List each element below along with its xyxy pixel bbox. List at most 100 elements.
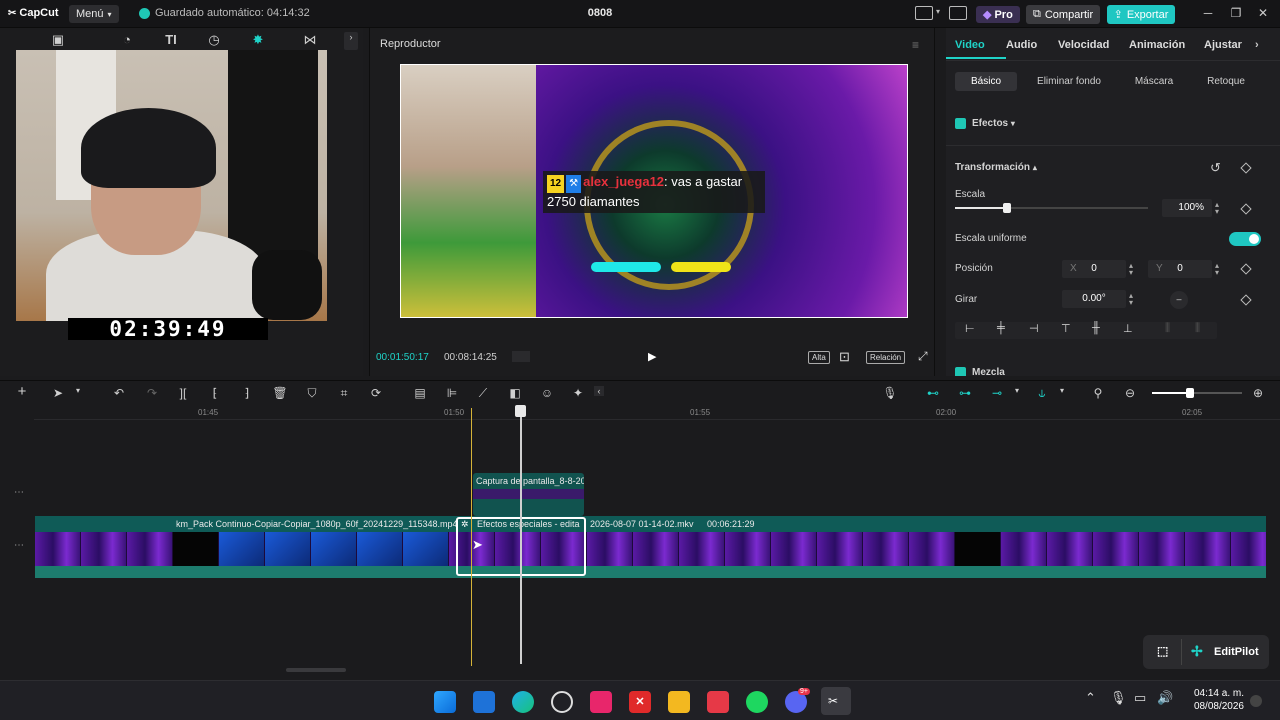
menu-button[interactable]: Menú ▾ (69, 5, 119, 23)
checkbox-icon[interactable] (955, 367, 966, 376)
track-menu-icon[interactable]: ⋯ (14, 540, 24, 551)
align-left-icon[interactable]: ⊢ (965, 322, 975, 335)
volume-icon[interactable]: 🔊 (1157, 690, 1173, 706)
align-center-h-icon[interactable]: ╪ (997, 322, 1005, 334)
tab-velocidad[interactable]: Velocidad (1058, 39, 1109, 51)
escala-uniforme-toggle[interactable] (1229, 232, 1261, 246)
link-icon[interactable]: ⊷ (925, 386, 941, 400)
pos-x-field[interactable]: X0 (1062, 260, 1126, 278)
tiktok-icon[interactable] (590, 691, 612, 713)
efectos-section[interactable]: Efectos ▾ (955, 118, 1015, 129)
tab-animacion[interactable]: Animación (1129, 39, 1185, 51)
preview-axis-icon[interactable]: ⫝ (1034, 386, 1050, 401)
preview-icon[interactable]: ⚲ (1090, 386, 1106, 400)
zoom-out-icon[interactable]: ⊖ (1122, 386, 1138, 400)
app-icon[interactable] (707, 691, 729, 713)
editpilot-button[interactable]: ⬚ ✢ EditPilot (1143, 635, 1269, 669)
export-button[interactable]: ⇪ Exportar (1107, 5, 1175, 24)
zoom-slider-handle[interactable] (1186, 388, 1194, 398)
align-bottom-icon[interactable]: ⊥ (1123, 322, 1133, 335)
text-icon[interactable]: TI (159, 32, 183, 50)
stepper-icon[interactable]: ▴ ▾ (1215, 262, 1219, 277)
girar-value[interactable]: 0.00° (1062, 290, 1126, 308)
fullscreen-icon[interactable]: ⤢ (918, 349, 928, 364)
microphone-icon[interactable]: 🎙 (882, 386, 898, 400)
x-app-icon[interactable]: ✕ (629, 691, 651, 713)
zoom-in-icon[interactable]: ⊕ (1250, 386, 1266, 400)
chevron-down-icon[interactable]: ▾ (1054, 386, 1070, 395)
playhead[interactable] (520, 408, 522, 664)
fit-icon[interactable]: ⊡ (839, 349, 850, 365)
main-clip[interactable]: km_Pack Continuo-Copiar-Copiar_1080p_60f… (35, 516, 1266, 578)
speed-icon[interactable]: ⟋ (475, 386, 491, 401)
sticker-icon[interactable]: ◷ (202, 32, 226, 50)
mic-tray-icon[interactable]: 🎙 (1110, 690, 1127, 706)
align-top-icon[interactable]: ⊤ (1061, 322, 1071, 335)
mezcla-section[interactable]: Mezcla (955, 367, 1005, 376)
distribute-v-icon[interactable]: ⫼ (1195, 322, 1200, 335)
split-icon[interactable]: ][ (175, 386, 191, 400)
split-right-icon[interactable]: ⁆ (239, 386, 255, 400)
keyboard-icon[interactable] (949, 6, 967, 20)
notification-icon[interactable] (1250, 695, 1262, 707)
checkbox-icon[interactable] (955, 118, 966, 129)
subtab-basico[interactable]: Básico (955, 72, 1017, 91)
spotify-icon[interactable] (746, 691, 768, 713)
chevron-right-icon[interactable]: › (344, 32, 358, 50)
pro-button[interactable]: ◆ Pro (976, 6, 1020, 23)
subtab-mascara[interactable]: Máscara (1125, 72, 1183, 91)
media-icon[interactable]: ▣ (46, 32, 70, 50)
restore-icon[interactable]: ❐ (1229, 6, 1243, 20)
folder-icon[interactable] (668, 691, 690, 713)
main-track-icon[interactable]: ⊸ (989, 386, 1005, 400)
audio-icon[interactable]: ◔ (115, 32, 139, 50)
chevron-down-icon[interactable]: ▾ (70, 386, 86, 395)
align-center-v-icon[interactable]: ╫ (1092, 322, 1100, 334)
tab-audio[interactable]: Audio (1006, 39, 1037, 51)
tab-ajustar[interactable]: Ajustar (1204, 39, 1242, 51)
split-left-icon[interactable]: ⁅ (207, 386, 223, 400)
quality-button[interactable]: Alta (808, 351, 830, 364)
track-menu-icon[interactable]: ⋯ (14, 487, 24, 498)
undo-icon[interactable]: ↶ (111, 386, 127, 400)
marker-icon[interactable]: ⛉ (304, 386, 320, 401)
system-clock[interactable]: 04:14 a. m. 08/08/2026 (1188, 687, 1244, 713)
chevron-down-icon[interactable]: ▾ (936, 7, 940, 16)
subtab-retoque[interactable]: Retoque (1198, 72, 1254, 91)
redo-icon[interactable]: ↷ (144, 386, 160, 400)
close-icon[interactable]: ✕ (1256, 6, 1270, 20)
distribute-h-icon[interactable]: ⫼ (1165, 322, 1170, 335)
auto-reframe-icon[interactable]: ⟳ (368, 386, 384, 400)
transformacion-section[interactable]: Transformación ▴ (955, 162, 1037, 173)
subtitle-icon[interactable]: ▤ (412, 386, 428, 400)
timecode-grid-icon[interactable] (512, 351, 530, 362)
chevron-left-icon[interactable]: ‹ (594, 386, 604, 396)
ratio-button[interactable]: Relación (866, 351, 906, 364)
pos-y-field[interactable]: Y0 (1148, 260, 1212, 278)
effects-icon[interactable]: ✸ (246, 32, 270, 50)
video-preview[interactable]: 12 ⚒ alex_juega12: vas a gastar 2750 diama… (400, 64, 908, 318)
add-icon[interactable]: + (14, 383, 30, 400)
store-icon[interactable] (473, 691, 495, 713)
edge-icon[interactable] (512, 691, 534, 713)
timeline-scrollbar[interactable] (286, 668, 346, 672)
chevron-down-icon[interactable]: ▾ (1009, 386, 1025, 395)
windows-start-icon[interactable] (434, 691, 456, 713)
align-right-icon[interactable]: ⊣ (1029, 322, 1039, 335)
subtab-eliminar-fondo[interactable]: Eliminar fondo (1030, 72, 1108, 91)
transition-icon[interactable]: ⋈ (298, 32, 322, 50)
stepper-icon[interactable]: ▴ ▾ (1129, 292, 1133, 307)
escala-slider-handle[interactable] (1003, 203, 1011, 213)
rotate-dial-icon[interactable]: – (1170, 291, 1188, 309)
playhead-handle[interactable] (515, 405, 526, 417)
cursor-icon[interactable]: ➤ (50, 386, 66, 400)
crop-icon[interactable]: ⌗ (336, 386, 352, 401)
chevron-up-icon[interactable]: ⌃ (1085, 690, 1096, 706)
chatgpt-icon[interactable] (551, 691, 573, 713)
network-icon[interactable]: ▭ (1134, 690, 1146, 706)
mirror-icon[interactable]: ◧ (507, 386, 523, 400)
hamburger-icon[interactable]: ≡ (912, 38, 919, 52)
layout-icon[interactable] (915, 6, 933, 20)
share-button[interactable]: ⧉ Compartir (1026, 5, 1101, 24)
play-button[interactable]: ▶ (648, 350, 656, 363)
